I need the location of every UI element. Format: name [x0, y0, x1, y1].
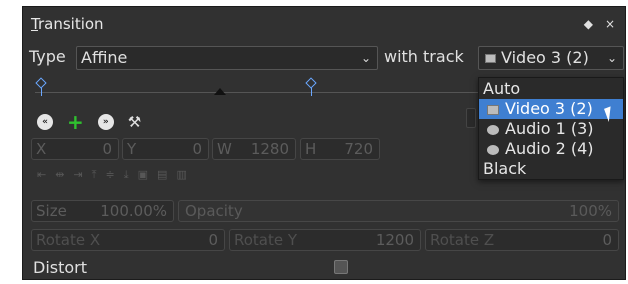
w-value: 1280: [250, 140, 289, 158]
x-field[interactable]: X0: [31, 138, 119, 160]
distort-checkbox[interactable]: [334, 260, 348, 274]
h-value: 720: [344, 140, 373, 158]
speaker-icon: [487, 144, 499, 155]
playhead-marker[interactable]: [214, 88, 226, 95]
close-icon[interactable]: ×: [605, 17, 615, 31]
align-top-icon[interactable]: ⤒: [92, 168, 97, 182]
opacity-label: Opacity: [185, 202, 243, 220]
with-track-label: with track: [384, 47, 464, 66]
float-diamond-icon[interactable]: ◆: [584, 17, 593, 31]
chevron-down-icon: ⌄: [360, 51, 371, 65]
distort-label: Distort: [33, 258, 88, 277]
opacity-field[interactable]: Opacity 100%: [178, 200, 619, 222]
track-option-video-3[interactable]: Video 3 (2): [479, 99, 623, 119]
track-option-auto[interactable]: Auto: [479, 79, 623, 99]
previous-keyframe-icon[interactable]: «: [37, 114, 53, 130]
keyframe-stem: [311, 88, 312, 96]
keyframe-toolbar: « + » ⚒: [37, 112, 141, 132]
align-vcenter-icon[interactable]: ≑: [106, 168, 115, 182]
x-value: 0: [102, 140, 112, 158]
rotate-x-label: Rotate X: [36, 231, 101, 249]
rotate-x-field[interactable]: Rotate X 0: [31, 229, 225, 251]
size-field[interactable]: Size 100.00%: [31, 200, 174, 222]
align-bottom-icon[interactable]: ⤓: [124, 168, 129, 182]
size-value: 100.00%: [100, 202, 167, 220]
x-label: X: [36, 140, 47, 158]
track-option-black[interactable]: Black: [479, 159, 623, 179]
type-combo-value: Affine: [81, 48, 128, 67]
panel-title: Transition: [31, 15, 104, 33]
h-label: H: [305, 140, 317, 158]
align-hcenter-icon[interactable]: ⇹: [55, 168, 64, 182]
rotate-z-field[interactable]: Rotate Z 0: [425, 229, 619, 251]
track-dropdown-list: Auto Video 3 (2) Audio 1 (3) Audio 2 (4)…: [478, 77, 624, 180]
fit-height-icon[interactable]: ▥: [176, 168, 186, 182]
next-keyframe-icon[interactable]: »: [97, 114, 114, 130]
y-field[interactable]: Y0: [122, 138, 209, 160]
rotate-y-label: Rotate Y: [234, 231, 298, 249]
type-combo[interactable]: Affine ⌄: [76, 46, 378, 70]
transition-panel: Transition ◆ × Type Affine ⌄ with track …: [22, 6, 626, 280]
film-icon: [485, 54, 496, 63]
w-field[interactable]: W 1280: [212, 138, 296, 160]
rotate-z-label: Rotate Z: [430, 231, 495, 249]
option-label: Audio 2 (4): [505, 139, 594, 158]
keyframe-marker[interactable]: [305, 77, 317, 89]
wrench-icon[interactable]: ⚒: [128, 113, 141, 131]
panel-header-icons: ◆ ×: [584, 17, 615, 31]
rotate-z-value: 0: [602, 231, 612, 249]
speaker-icon: [487, 124, 499, 135]
keyframe-marker[interactable]: [35, 77, 47, 89]
align-right-icon[interactable]: ⇥: [73, 168, 82, 182]
add-keyframe-icon[interactable]: +: [67, 112, 84, 132]
fit-width-icon[interactable]: ▤: [157, 168, 167, 182]
opacity-value: 100%: [569, 202, 612, 220]
chevron-down-icon: ⌄: [606, 51, 617, 65]
option-label: Video 3 (2): [505, 99, 593, 118]
rotate-x-value: 0: [208, 231, 218, 249]
size-label: Size: [36, 202, 67, 220]
option-label: Black: [483, 159, 527, 178]
track-option-audio-2[interactable]: Audio 2 (4): [479, 139, 623, 159]
type-label: Type: [29, 47, 66, 66]
options-button[interactable]: [466, 108, 476, 128]
rotate-y-field[interactable]: Rotate Y 1200: [229, 229, 421, 251]
track-combo-value: Video 3 (2): [501, 48, 589, 67]
align-toolbar: ⇤ ⇹ ⇥ ⤒ ≑ ⤓ ▣ ▤ ▥: [37, 168, 187, 182]
film-icon: [487, 104, 499, 115]
option-label: Audio 1 (3): [505, 119, 594, 138]
h-field[interactable]: H 720: [300, 138, 380, 160]
rotate-y-value: 1200: [375, 231, 414, 249]
align-left-icon[interactable]: ⇤: [37, 168, 46, 182]
track-option-audio-1[interactable]: Audio 1 (3): [479, 119, 623, 139]
w-label: W: [217, 140, 232, 158]
adjust-size-icon[interactable]: ▣: [138, 168, 148, 182]
option-label: Auto: [483, 79, 521, 98]
keyframe-stem: [41, 88, 42, 96]
y-value: 0: [192, 140, 202, 158]
y-label: Y: [127, 140, 137, 158]
track-combo[interactable]: Video 3 (2) ⌄: [478, 46, 624, 70]
